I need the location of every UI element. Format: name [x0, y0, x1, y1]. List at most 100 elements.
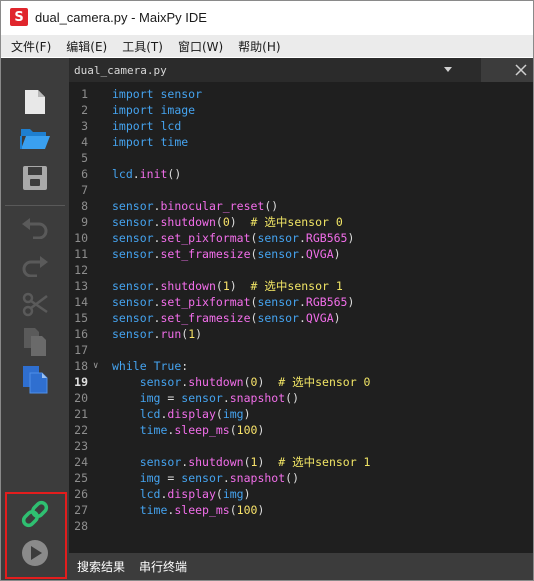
open-file-button[interactable]	[1, 120, 69, 156]
tab-search-results[interactable]: 搜索结果	[77, 558, 125, 575]
code-text: sensor.shutdown(1) # 选中sensor 1	[112, 279, 343, 293]
code-line[interactable]: 12	[69, 262, 533, 278]
menu-window[interactable]: 窗口(W)	[172, 38, 229, 55]
code-line[interactable]: 3 import lcd	[69, 118, 533, 134]
menu-edit[interactable]: 编辑(E)	[60, 38, 113, 55]
line-number: 4	[81, 135, 88, 149]
fold-arrow-icon[interactable]: ∨	[93, 358, 98, 374]
code-text: sensor.set_framesize(sensor.QVGA)	[112, 311, 341, 325]
code-line[interactable]: 27 time.sleep_ms(100)	[69, 502, 533, 518]
code-line[interactable]: 22 time.sleep_ms(100)	[69, 422, 533, 438]
tab-serial-terminal[interactable]: 串行终端	[139, 558, 187, 575]
line-number: 23	[74, 439, 88, 453]
copy-button[interactable]	[1, 324, 69, 360]
code-line[interactable]: 19 sensor.shutdown(0) # 选中sensor 0	[69, 374, 533, 390]
code-text: time.sleep_ms(100)	[139, 423, 265, 437]
window-title: dual_camera.py - MaixPy IDE	[35, 9, 207, 25]
code-line[interactable]: 24 sensor.shutdown(1) # 选中sensor 1	[69, 454, 533, 470]
editor-tab-filename: dual_camera.py	[74, 63, 167, 77]
code-line[interactable]: 11 sensor.set_framesize(sensor.QVGA)	[69, 246, 533, 262]
line-number: 19	[74, 375, 88, 389]
line-number: 13	[74, 279, 88, 293]
line-number: 9	[81, 215, 88, 229]
new-file-icon	[25, 90, 45, 114]
line-number: 8	[81, 199, 88, 213]
code-text: import sensor	[112, 87, 203, 101]
maixpy-app-icon: S	[10, 8, 28, 26]
code-text: sensor.shutdown(0) # 选中sensor 0	[139, 375, 371, 389]
title-bar: S dual_camera.py - MaixPy IDE	[1, 1, 533, 33]
line-number: 6	[81, 167, 88, 181]
new-file-button[interactable]	[1, 84, 69, 120]
code-line[interactable]: 25 img = sensor.snapshot()	[69, 470, 533, 486]
line-number: 11	[74, 247, 88, 261]
code-line[interactable]: 8 sensor.binocular_reset()	[69, 198, 533, 214]
menu-tools[interactable]: 工具(T)	[116, 38, 169, 55]
line-number: 22	[74, 423, 88, 437]
code-line[interactable]: 9 sensor.shutdown(0) # 选中sensor 0	[69, 214, 533, 230]
code-text: sensor.set_pixformat(sensor.RGB565)	[112, 295, 355, 309]
paste-button[interactable]	[1, 361, 69, 397]
code-text: lcd.display(img)	[139, 407, 251, 421]
code-line[interactable]: 1 import sensor	[69, 86, 533, 102]
code-text: sensor.set_pixformat(sensor.RGB565)	[112, 231, 355, 245]
line-number: 21	[74, 407, 88, 421]
code-line[interactable]: 7	[69, 182, 533, 198]
code-line[interactable]: 14 sensor.set_pixformat(sensor.RGB565)	[69, 294, 533, 310]
cut-button[interactable]	[1, 286, 69, 322]
code-line[interactable]: 17	[69, 342, 533, 358]
line-number: 3	[81, 119, 88, 133]
line-number: 15	[74, 311, 88, 325]
code-line[interactable]: 2 import image	[69, 102, 533, 118]
line-number: 1	[81, 87, 88, 101]
code-text: img = sensor.snapshot()	[139, 471, 299, 485]
line-number: 12	[74, 263, 88, 277]
code-line[interactable]: 16 sensor.run(1)	[69, 326, 533, 342]
code-text: while True:	[112, 359, 189, 373]
code-line[interactable]: 28	[69, 518, 533, 534]
code-text: import image	[112, 103, 196, 117]
line-number: 5	[81, 151, 88, 165]
code-line[interactable]: 13 sensor.shutdown(1) # 选中sensor 1	[69, 278, 533, 294]
line-number: 7	[81, 183, 88, 197]
close-tab-button[interactable]	[513, 62, 529, 78]
line-number: 26	[74, 487, 88, 501]
menu-file[interactable]: 文件(F)	[5, 38, 57, 55]
line-number: 16	[74, 327, 88, 341]
code-line[interactable]: 23	[69, 438, 533, 454]
open-folder-icon	[20, 129, 50, 149]
line-number: 25	[74, 471, 88, 485]
code-editor[interactable]: 1 import sensor 2 import image 3 import lcd 4 i…	[69, 82, 533, 553]
tab-dropdown-button[interactable]	[441, 63, 455, 77]
code-line[interactable]: 10 sensor.set_pixformat(sensor.RGB565)	[69, 230, 533, 246]
line-number: 20	[74, 391, 88, 405]
line-number: 10	[74, 231, 88, 245]
undo-button[interactable]	[1, 210, 69, 246]
menu-help[interactable]: 帮助(H)	[232, 38, 286, 55]
menu-bar: 文件(F) 编辑(E) 工具(T) 窗口(W) 帮助(H)	[1, 35, 533, 57]
code-line[interactable]: 15 sensor.set_framesize(sensor.QVGA)	[69, 310, 533, 326]
line-number: 14	[74, 295, 88, 309]
editor-tab[interactable]: dual_camera.py	[69, 58, 481, 82]
code-line[interactable]: 6 lcd.init()	[69, 166, 533, 182]
code-line[interactable]: 21 lcd.display(img)	[69, 406, 533, 422]
code-text: sensor.set_framesize(sensor.QVGA)	[112, 247, 341, 261]
line-number: 17	[74, 343, 88, 357]
editor-tab-bar: dual_camera.py	[69, 58, 533, 82]
code-text: lcd.init()	[112, 167, 182, 181]
code-line[interactable]: 5	[69, 150, 533, 166]
save-button[interactable]	[1, 160, 69, 196]
redo-button[interactable]	[1, 248, 69, 284]
code-text: img = sensor.snapshot()	[139, 391, 299, 405]
cut-icon	[22, 292, 48, 317]
code-text: sensor.shutdown(1) # 选中sensor 1	[139, 455, 371, 469]
code-line[interactable]: 18 ∨ while True:	[69, 358, 533, 374]
code-line[interactable]: 4 import time	[69, 134, 533, 150]
left-toolbar	[1, 58, 69, 580]
code-text: time.sleep_ms(100)	[139, 503, 265, 517]
code-text: lcd.display(img)	[139, 487, 251, 501]
redo-icon	[22, 256, 48, 277]
code-text: import time	[112, 135, 189, 149]
code-line[interactable]: 20 img = sensor.snapshot()	[69, 390, 533, 406]
code-line[interactable]: 26 lcd.display(img)	[69, 486, 533, 502]
